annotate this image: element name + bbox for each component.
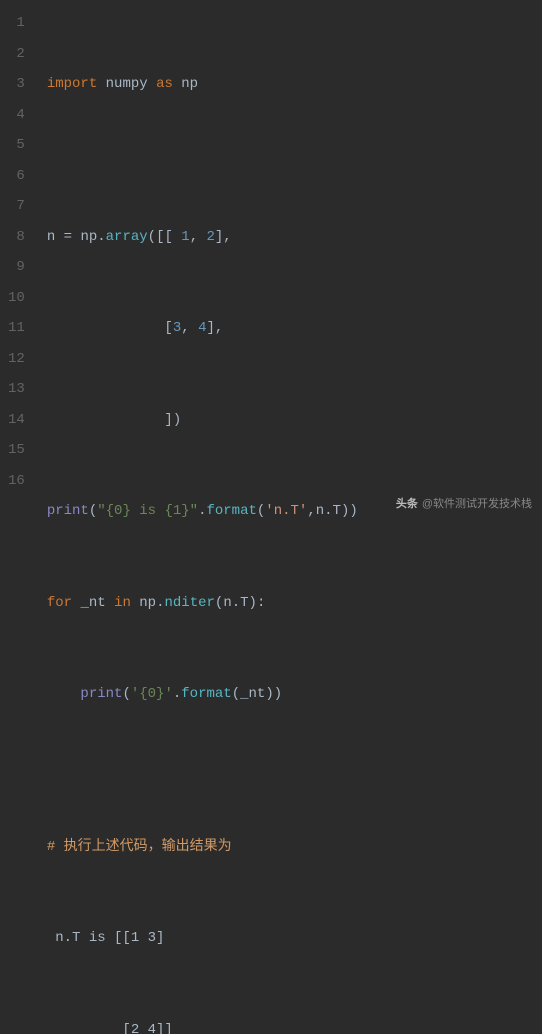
- code-line: [3, 4],: [35, 313, 358, 344]
- line-number: 7: [8, 191, 25, 222]
- punct: (: [122, 686, 130, 702]
- line-number-gutter: 1 2 3 4 5 6 7 8 9 10 11 12 13 14 15 16: [0, 0, 35, 517]
- watermark-brand: 头条: [396, 498, 418, 510]
- punct: .: [156, 595, 164, 611]
- punct: .: [232, 595, 240, 611]
- keyword-as: as: [156, 76, 173, 92]
- module-ref: np: [139, 595, 156, 611]
- operator: =: [55, 229, 80, 245]
- number: 1: [181, 229, 189, 245]
- function-call: array: [106, 229, 148, 245]
- method-format: format: [181, 686, 231, 702]
- watermark-account: @软件测试开发技术栈: [422, 498, 532, 510]
- alias-name: np: [181, 76, 198, 92]
- line-number: 13: [8, 374, 25, 405]
- code-editor: 1 2 3 4 5 6 7 8 9 10 11 12 13 14 15 16 i…: [0, 0, 542, 517]
- punct: (: [232, 686, 240, 702]
- line-number: 11: [8, 313, 25, 344]
- variable: n: [223, 595, 231, 611]
- punct: ,: [181, 320, 198, 336]
- punct: ,: [190, 229, 207, 245]
- line-number: 10: [8, 283, 25, 314]
- line-number: 3: [8, 69, 25, 100]
- code-line: [2 4]]: [35, 1015, 358, 1034]
- punct: [: [47, 320, 173, 336]
- watermark: 头条 @软件测试开发技术栈: [396, 495, 532, 511]
- module-ref: np: [80, 229, 97, 245]
- line-number: 8: [8, 222, 25, 253]
- comment: # 执行上述代码，输出结果为: [47, 839, 232, 855]
- attribute: T: [240, 595, 248, 611]
- line-number: 9: [8, 252, 25, 283]
- punct: ([[: [148, 229, 182, 245]
- code-line: print('{0}'.format(_nt)): [35, 679, 358, 710]
- output-text: n.T is [[1 3]: [47, 930, 165, 946]
- punct: .: [97, 229, 105, 245]
- builtin-print: print: [80, 686, 122, 702]
- keyword-for: for: [47, 595, 72, 611]
- punct: ]): [47, 412, 181, 428]
- code-content[interactable]: import numpy as np n = np.array([[ 1, 2]…: [35, 0, 358, 517]
- punct: .: [173, 686, 181, 702]
- output-text: [2 4]]: [47, 1022, 173, 1034]
- line-number: 2: [8, 39, 25, 70]
- variable: _nt: [80, 595, 105, 611]
- punct: ],: [206, 320, 223, 336]
- punct: (: [215, 595, 223, 611]
- keyword-in: in: [114, 595, 131, 611]
- code-line: print("{0} is {1}".format('n.T',n.T)): [35, 496, 358, 527]
- line-number: 15: [8, 435, 25, 466]
- code-line: n.T is [[1 3]: [35, 923, 358, 954]
- code-line: n = np.array([[ 1, 2],: [35, 222, 358, 253]
- line-number: 16: [8, 466, 25, 497]
- line-number: 6: [8, 161, 25, 192]
- code-line: ]): [35, 405, 358, 436]
- line-number: 12: [8, 344, 25, 375]
- punct: ):: [249, 595, 266, 611]
- line-number: 4: [8, 100, 25, 131]
- variable: _nt: [240, 686, 265, 702]
- line-number: 1: [8, 8, 25, 39]
- line-number: 14: [8, 405, 25, 436]
- punct: )): [265, 686, 282, 702]
- punct: ],: [215, 229, 232, 245]
- module-name: numpy: [106, 76, 148, 92]
- code-line: # 执行上述代码，输出结果为: [35, 832, 358, 863]
- line-number: 5: [8, 130, 25, 161]
- function-call: nditer: [165, 595, 215, 611]
- code-line: for _nt in np.nditer(n.T):: [35, 588, 358, 619]
- keyword-import: import: [47, 76, 97, 92]
- code-line: import numpy as np: [35, 69, 358, 100]
- number: 2: [207, 229, 215, 245]
- number: 3: [173, 320, 181, 336]
- string: '{0}': [131, 686, 173, 702]
- variable: n: [47, 229, 55, 245]
